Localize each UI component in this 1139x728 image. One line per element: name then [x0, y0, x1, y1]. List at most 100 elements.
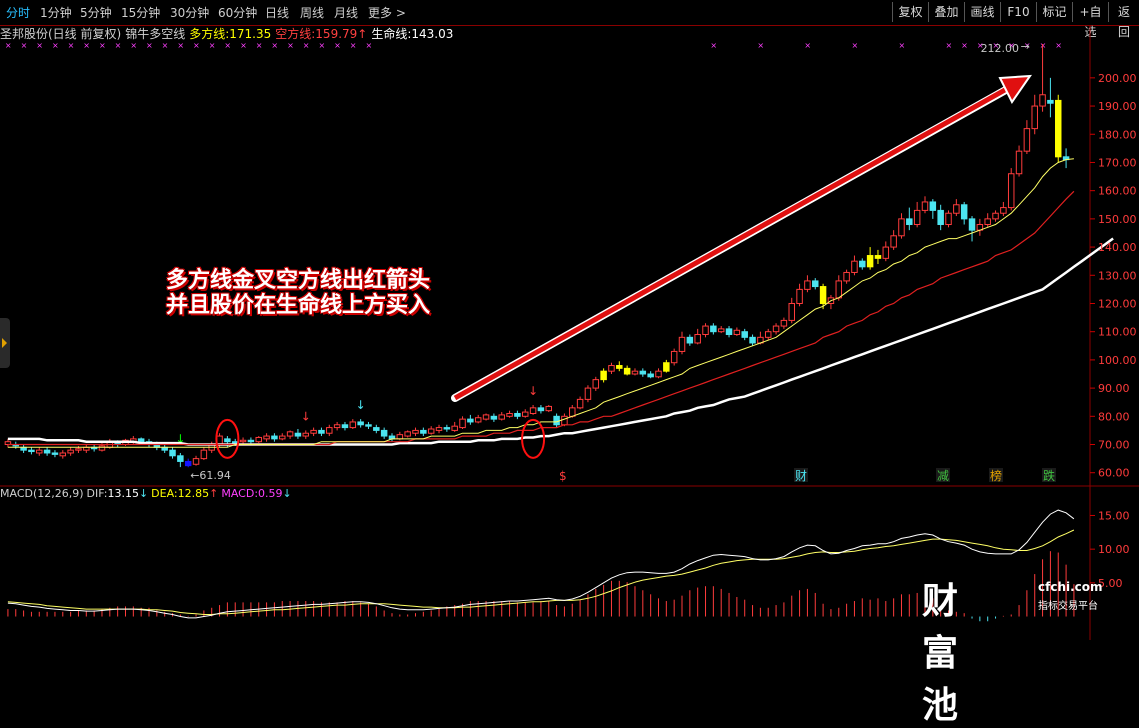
signal-arrow-icon: ↓: [301, 409, 311, 423]
signal-x-marker: ×: [209, 41, 216, 50]
signal-x-marker: ×: [83, 41, 90, 50]
overlay-button[interactable]: 叠加: [928, 2, 964, 22]
event-marker: 财: [795, 469, 807, 483]
candle-body: [247, 439, 255, 443]
candle-body: [318, 429, 325, 434]
candle-body: [59, 452, 67, 457]
tab-timeframe[interactable]: 日线: [265, 4, 289, 21]
candle-body: [83, 446, 90, 451]
candle-body: [435, 427, 443, 431]
signal-x-marker: ×: [1008, 41, 1015, 50]
candle-body: [451, 425, 458, 431]
left-panel-toggle[interactable]: [0, 318, 10, 368]
signal-x-marker: ×: [946, 41, 953, 50]
candle-body: [631, 370, 639, 375]
signal-x-marker: ×: [365, 41, 372, 50]
bear-line-label: 空方线:: [275, 27, 316, 41]
candle-body: [1031, 105, 1038, 130]
tab-timeframe[interactable]: 1分钟: [40, 4, 72, 21]
candle-body: [506, 412, 513, 417]
dif-line: [7, 509, 1075, 619]
signal-x-marker: ×: [177, 41, 184, 50]
candle-body: [1015, 150, 1023, 175]
candle-body: [122, 439, 129, 446]
event-marker: 减: [937, 469, 949, 483]
signal-x-marker: ×: [240, 41, 247, 50]
signal-x-marker: ×: [804, 41, 811, 50]
candle-body: [1054, 99, 1062, 158]
tab-timeframe[interactable]: 5分钟: [80, 4, 112, 21]
signal-x-marker: ×: [115, 41, 122, 50]
mark-button[interactable]: 标记: [1036, 2, 1072, 22]
tab-timeframe[interactable]: 月线: [334, 4, 358, 21]
signal-x-marker: ×: [287, 41, 294, 50]
add-watchlist-button[interactable]: +自选: [1072, 2, 1108, 39]
back-button[interactable]: 返回: [1108, 2, 1139, 39]
tab-timeframe-more[interactable]: 更多 >: [368, 4, 406, 21]
candle-body: [28, 449, 35, 453]
candle-body: [326, 427, 333, 434]
candle-body: [467, 418, 474, 423]
signal-arrow-icon: ↓: [175, 432, 185, 446]
candlestick-chart: × × × × × × × × × × × × × × × × × × × × × × × × × × × × × × × × × × × × × $ 财 减…: [0, 26, 1139, 640]
tab-timeframe[interactable]: 30分钟: [170, 4, 209, 21]
candle-body: [4, 441, 12, 446]
candle-body: [882, 246, 890, 259]
candle-body: [1023, 128, 1031, 152]
tab-timeframe[interactable]: 分时: [6, 4, 30, 21]
candle-body: [12, 444, 20, 447]
tab-timeframe[interactable]: 周线: [300, 4, 324, 21]
candle-body: [75, 448, 82, 451]
candle-body: [1039, 94, 1046, 107]
candle-body: [843, 271, 850, 282]
candle-body: [906, 218, 913, 226]
dea-arrow: ↑: [209, 487, 219, 500]
f10-button[interactable]: F10: [1000, 2, 1036, 22]
signal-x-marker: ×: [130, 41, 137, 50]
candle-body: [200, 449, 208, 460]
candle-body: [608, 365, 615, 372]
candle-body: [545, 405, 553, 412]
candle-body: [404, 431, 411, 437]
candle-body: [835, 280, 843, 299]
bear-line-value: 159.79: [315, 27, 358, 41]
signal-x-marker: ×: [993, 41, 1000, 50]
life-line-label: 生命线:: [371, 27, 412, 41]
candle-body: [764, 331, 772, 338]
tab-timeframe[interactable]: 15分钟: [121, 4, 160, 21]
signal-arrow-icon: ↓: [356, 398, 366, 412]
candle-body: [537, 407, 545, 412]
candle-body: [553, 415, 560, 426]
candle-body: [796, 288, 803, 304]
adjust-price-button[interactable]: 复权: [892, 2, 928, 22]
signal-x-marker: ×: [146, 41, 153, 50]
ellipse-buy-3: [521, 418, 546, 459]
candle-body: [373, 427, 380, 431]
dif-value: 13.15: [107, 487, 139, 500]
candle-body: [263, 435, 270, 440]
event-marker-bg: [989, 468, 1003, 482]
draw-line-button[interactable]: 画线: [964, 2, 1000, 22]
signal-x-marker: ×: [710, 41, 717, 50]
tab-timeframe[interactable]: 60分钟: [218, 4, 257, 21]
candle-body: [177, 455, 184, 462]
candle-body: [576, 398, 584, 409]
candle-body: [1062, 156, 1070, 161]
dea-label: DEA:: [151, 487, 178, 500]
event-marker-bg: [936, 468, 950, 482]
candle-body: [67, 449, 74, 454]
candle-body: [616, 365, 623, 369]
macd-value-label: MACD:: [221, 487, 259, 500]
buy-signal-annotation: 多方线金叉空方线出红箭头 并且股价在生命线上方买入: [166, 268, 430, 318]
candle-body: [286, 431, 294, 437]
candle-body: [647, 373, 654, 378]
candle-body: [302, 432, 310, 437]
candle-body: [51, 452, 59, 455]
candle-body: [98, 445, 106, 451]
candle-body: [851, 260, 858, 273]
dif-label: DIF:: [86, 487, 108, 500]
watermark-subtitle: 指标交易平台: [1038, 601, 1098, 612]
signal-x-marker: ×: [99, 41, 106, 50]
candle-body: [772, 325, 780, 333]
candle-body: [514, 412, 521, 417]
